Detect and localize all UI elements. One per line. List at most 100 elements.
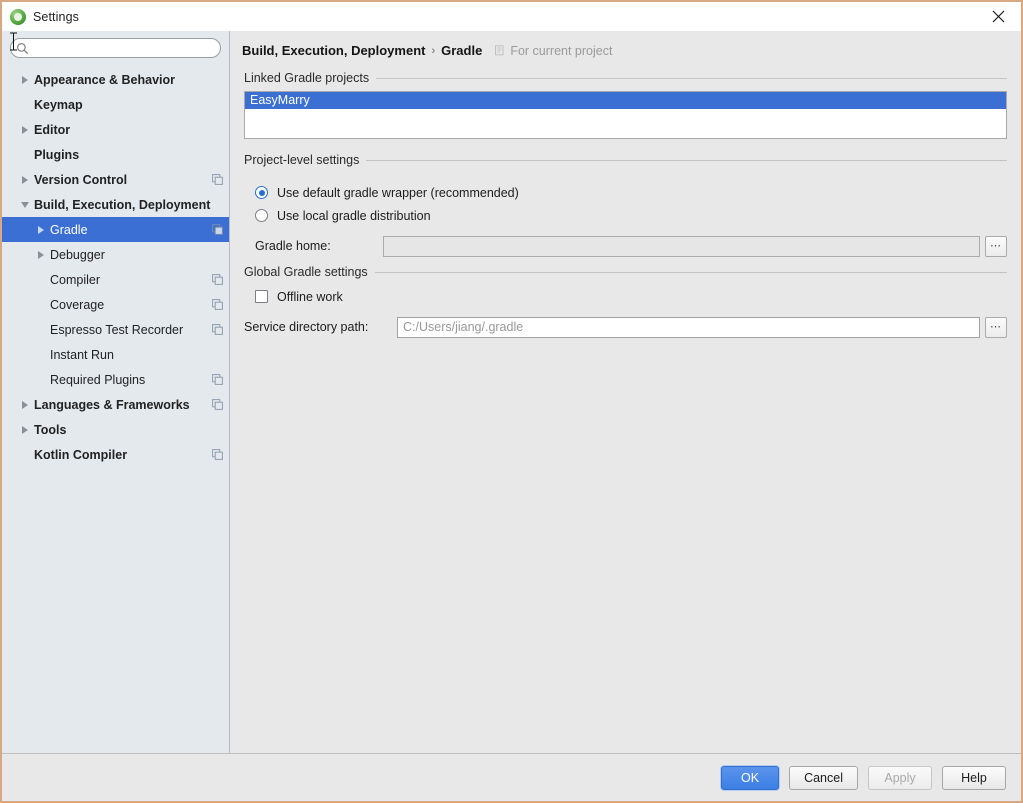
checkbox-offline-work[interactable]: Offline work (255, 285, 1007, 308)
chevron-right-icon (22, 76, 28, 84)
window-title: Settings (33, 10, 79, 24)
linked-project-item[interactable]: EasyMarry (245, 92, 1006, 109)
help-button[interactable]: Help (942, 766, 1006, 790)
sidebar-item-kotlin-compiler[interactable]: Kotlin Compiler (2, 442, 229, 467)
settings-content: Build, Execution, Deployment › Gradle Fo… (230, 31, 1021, 753)
sidebar-item-version-control[interactable]: Version Control (2, 167, 229, 192)
gradle-home-browse-button[interactable]: ⋯ (985, 236, 1007, 257)
twisty[interactable] (16, 426, 34, 434)
sidebar-item-label: Languages & Frameworks (34, 398, 190, 412)
search-box[interactable] (10, 38, 221, 58)
sidebar-item-label: Keymap (34, 98, 83, 112)
sidebar-item-compiler[interactable]: Compiler (2, 267, 229, 292)
offline-work-label: Offline work (277, 290, 343, 304)
twisty[interactable] (32, 226, 50, 234)
radio-button-icon (255, 209, 268, 222)
chevron-right-icon (22, 176, 28, 184)
settings-sidebar: Appearance & Behavior Keymap Editor Plugins… (2, 31, 230, 753)
settings-window: Settings (0, 0, 1023, 803)
sidebar-item-build-execution-deployment[interactable]: Build, Execution, Deployment (2, 192, 229, 217)
breadcrumb-current: Gradle (441, 43, 482, 58)
sidebar-item-appearance-behavior[interactable]: Appearance & Behavior (2, 67, 229, 92)
copy-settings-icon (212, 174, 223, 185)
sidebar-item-label: Editor (34, 123, 70, 137)
gradle-settings-panel: Linked Gradle projects EasyMarry Project… (230, 58, 1021, 338)
sidebar-item-debugger[interactable]: Debugger (2, 242, 229, 267)
close-button[interactable] (975, 2, 1021, 31)
sidebar-item-required-plugins[interactable]: Required Plugins (2, 367, 229, 392)
copy-settings-icon (212, 449, 223, 460)
gradle-home-input[interactable] (383, 236, 980, 257)
sidebar-item-label: Version Control (34, 173, 127, 187)
radio-label: Use local gradle distribution (277, 209, 431, 223)
search-icon (16, 42, 29, 55)
sidebar-item-languages-frameworks[interactable]: Languages & Frameworks (2, 392, 229, 417)
linked-projects-group-header: Linked Gradle projects (244, 71, 1007, 85)
radio-use-local-distribution[interactable]: Use local gradle distribution (255, 204, 1007, 227)
service-directory-label: Service directory path: (244, 320, 397, 334)
copy-settings-icon (212, 374, 223, 385)
sidebar-item-tools[interactable]: Tools (2, 417, 229, 442)
sidebar-item-keymap[interactable]: Keymap (2, 92, 229, 117)
chevron-right-icon (38, 251, 44, 259)
apply-button: Apply (868, 766, 932, 790)
twisty[interactable] (32, 251, 50, 259)
chevron-right-icon (22, 426, 28, 434)
sidebar-item-label: Appearance & Behavior (34, 73, 175, 87)
sidebar-item-editor[interactable]: Editor (2, 117, 229, 142)
radio-use-default-wrapper[interactable]: Use default gradle wrapper (recommended) (255, 181, 1007, 204)
copy-settings-icon (212, 399, 223, 410)
search-input[interactable] (33, 41, 220, 55)
twisty[interactable] (16, 202, 34, 208)
global-settings-group-header: Global Gradle settings (244, 265, 1007, 279)
android-studio-icon (10, 9, 26, 25)
linked-projects-title: Linked Gradle projects (244, 71, 376, 85)
service-directory-row: Service directory path: C:/Users/jiang/.… (244, 316, 1007, 338)
ok-button[interactable]: OK (721, 766, 779, 790)
sidebar-item-label: Tools (34, 423, 66, 437)
sidebar-item-coverage[interactable]: Coverage (2, 292, 229, 317)
twisty[interactable] (16, 76, 34, 84)
window-titlebar: Settings (2, 2, 1021, 31)
sidebar-item-label: Build, Execution, Deployment (34, 198, 210, 212)
sidebar-item-label: Compiler (50, 273, 100, 287)
settings-tree: Appearance & Behavior Keymap Editor Plugins… (2, 64, 229, 753)
breadcrumb-scope-note: For current project (494, 44, 612, 58)
sidebar-item-label: Plugins (34, 148, 79, 162)
sidebar-item-espresso-test-recorder[interactable]: Espresso Test Recorder (2, 317, 229, 342)
sidebar-item-label: Espresso Test Recorder (50, 323, 183, 337)
radio-button-icon (255, 186, 268, 199)
twisty[interactable] (16, 401, 34, 409)
search-container (2, 31, 229, 64)
sidebar-item-plugins[interactable]: Plugins (2, 142, 229, 167)
copy-settings-icon (212, 224, 223, 235)
project-level-title: Project-level settings (244, 153, 366, 167)
sidebar-item-instant-run[interactable]: Instant Run (2, 342, 229, 367)
sidebar-item-label: Instant Run (50, 348, 114, 362)
gradle-home-label: Gradle home: (244, 239, 383, 253)
project-scope-icon (494, 45, 505, 56)
dialog-footer: OK Cancel Apply Help (2, 754, 1021, 801)
scope-note-text: For current project (510, 44, 612, 58)
breadcrumb-separator: › (431, 45, 435, 57)
service-directory-input[interactable]: C:/Users/jiang/.gradle (397, 317, 980, 338)
copy-settings-icon (212, 324, 223, 335)
breadcrumb: Build, Execution, Deployment › Gradle Fo… (230, 31, 1021, 58)
breadcrumb-root: Build, Execution, Deployment (242, 43, 425, 58)
project-level-group-header: Project-level settings (244, 153, 1007, 167)
twisty[interactable] (16, 126, 34, 134)
sidebar-item-label: Required Plugins (50, 373, 145, 387)
twisty[interactable] (16, 176, 34, 184)
gradle-home-row: Gradle home: ⋯ (244, 235, 1007, 257)
group-divider (376, 78, 1007, 79)
chevron-right-icon (22, 401, 28, 409)
service-directory-browse-button[interactable]: ⋯ (985, 317, 1007, 338)
linked-projects-list[interactable]: EasyMarry (244, 91, 1007, 139)
chevron-down-icon (21, 202, 29, 208)
sidebar-item-gradle[interactable]: Gradle (2, 217, 229, 242)
copy-settings-icon (212, 274, 223, 285)
close-icon (992, 10, 1005, 23)
cancel-button[interactable]: Cancel (789, 766, 858, 790)
sidebar-item-label: Gradle (50, 223, 88, 237)
group-divider (366, 160, 1007, 161)
